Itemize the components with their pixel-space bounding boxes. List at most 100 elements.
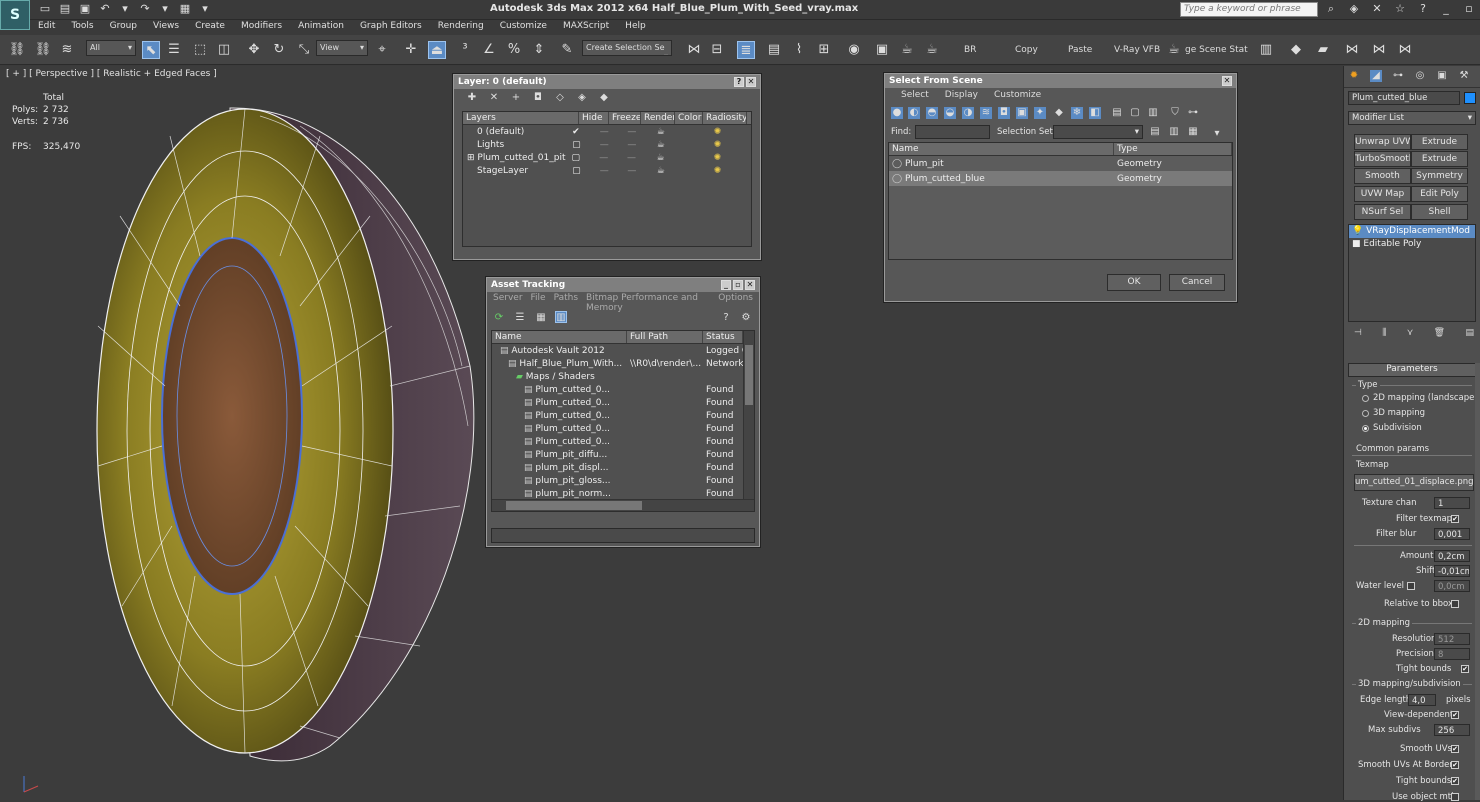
menu-customize[interactable]: Customize [986, 90, 1049, 102]
col-name[interactable]: Name [492, 331, 627, 343]
col-render[interactable]: Render [641, 112, 675, 124]
script-icon-3[interactable]: ▰ [1314, 41, 1332, 59]
scene-object-row-selected[interactable]: ◯ Plum_cutted_blue Geometry [889, 171, 1232, 186]
remove-modifier-icon[interactable]: 🗑 [1434, 328, 1445, 344]
lightbulb-icon[interactable]: 💡 [1352, 226, 1363, 236]
menu-animation[interactable]: Animation [290, 20, 352, 35]
ok-button[interactable]: OK [1107, 274, 1161, 291]
freeze-dash-icon[interactable]: — [624, 166, 653, 176]
refresh-icon[interactable]: ⟳ [493, 312, 505, 324]
minimize-icon[interactable]: _ [721, 280, 731, 290]
display-frozen-icon[interactable]: ❄ [1071, 107, 1083, 119]
texture-chan-spinner[interactable]: 1 [1434, 497, 1470, 509]
mirror-icon[interactable]: ⋈ [685, 41, 703, 59]
pivot-center-icon[interactable]: ⌖ [373, 41, 391, 59]
smooth-uvs-borders-checkbox[interactable]: ✔ [1451, 761, 1459, 769]
nsurf-sel-button[interactable]: NSurf Sel [1354, 204, 1411, 220]
script-icon-2[interactable]: ◆ [1287, 41, 1305, 59]
menu-customize[interactable]: Customize [492, 20, 555, 35]
resolution-spinner[interactable]: 512 [1434, 633, 1470, 645]
asset-row[interactable]: ▤ Half_Blue_Plum_With... \\R0\d\render\..… [492, 357, 754, 370]
col-freeze[interactable]: Freeze [609, 112, 641, 124]
precision-spinner[interactable]: 8 [1434, 648, 1470, 660]
menu-maxscript[interactable]: MAXScript [555, 20, 617, 35]
menu-graph-editors[interactable]: Graph Editors [352, 20, 430, 35]
reference-coord-dropdown[interactable]: View ▾ [316, 40, 368, 56]
asset-row[interactable]: ▤ Plum_cutted_0... Found [492, 409, 754, 422]
smooth-uvs-checkbox[interactable]: ✔ [1451, 745, 1459, 753]
smooth-button[interactable]: Smooth [1354, 168, 1411, 184]
radiosity-icon[interactable]: ✺ [711, 153, 751, 163]
hide-dash-icon[interactable]: — [597, 127, 625, 137]
subscription-icon[interactable]: ◈ [1347, 2, 1361, 16]
chevron-down-icon[interactable]: ▾ [1211, 128, 1223, 140]
close-icon[interactable]: ✕ [1222, 76, 1232, 86]
scale-icon[interactable]: ⤡ [295, 41, 313, 59]
cancel-button[interactable]: Cancel [1169, 274, 1225, 291]
asset-row[interactable]: ▤ Plum_cutted_0... Found [492, 435, 754, 448]
selection-filter-dropdown[interactable]: All ▾ [86, 40, 136, 56]
app-logo-icon[interactable]: S [0, 0, 30, 30]
radio-subdivision[interactable] [1362, 425, 1369, 432]
col-layers[interactable]: Layers [463, 112, 579, 124]
show-end-result-icon[interactable]: ⫼ [1382, 328, 1386, 344]
script-icon-5[interactable]: ⋈ [1370, 41, 1388, 59]
filter-texmap-checkbox[interactable]: ✔ [1451, 515, 1459, 523]
menu-select[interactable]: Select [893, 90, 937, 102]
water-level-checkbox[interactable] [1407, 582, 1415, 590]
display-containers-icon[interactable]: ◆ [1053, 107, 1065, 119]
render-teapot-icon[interactable]: ☕ [654, 140, 685, 150]
asset-row[interactable]: ▤ Plum_pit_diffu... Found [492, 448, 754, 461]
display-cameras-icon[interactable]: ◒ [944, 107, 956, 119]
vertical-scrollbar[interactable] [743, 331, 754, 501]
display-helpers-icon[interactable]: ◑ [962, 107, 974, 119]
rect-selection-icon[interactable]: ⬚ [191, 41, 209, 59]
snap-toggle-icon[interactable]: ³ [456, 41, 474, 59]
col-name[interactable]: Name [889, 143, 1114, 155]
hide-dash-icon[interactable]: — [597, 140, 625, 150]
hide-dash-icon[interactable]: — [597, 166, 625, 176]
display-invert-icon[interactable]: ▥ [1147, 107, 1159, 119]
favorites-icon[interactable]: ☆ [1393, 2, 1407, 16]
configure-sets-icon[interactable]: ▤ [1465, 328, 1474, 344]
display-bones-icon[interactable]: ✦ [1034, 107, 1046, 119]
add-to-set-icon[interactable]: ▥ [1168, 126, 1180, 138]
minimize-icon[interactable]: _ [1439, 2, 1453, 16]
undo-icon[interactable]: ↶ [98, 2, 112, 16]
object-name-field[interactable]: Plum_cutted_blue [1348, 91, 1460, 105]
paste-button[interactable]: Paste [1068, 45, 1092, 55]
shift-spinner[interactable]: -0,01cm [1434, 565, 1470, 577]
parameters-rollout-header[interactable]: Parameters [1348, 363, 1476, 377]
selection-set-dropdown[interactable]: ▾ [1053, 125, 1143, 139]
stack-item-vraydisplacement[interactable]: 💡 VRayDisplacementMod [1349, 225, 1475, 238]
delete-layer-icon[interactable]: ✕ [488, 92, 500, 104]
radiosity-icon[interactable]: ✺ [711, 166, 751, 176]
manipulate-icon[interactable]: ✛ [402, 41, 420, 59]
select-by-name-icon[interactable]: ☰ [165, 41, 183, 59]
current-layer-box-icon[interactable]: ▢ [569, 153, 597, 163]
bind-space-warp-icon[interactable]: ≋ [58, 41, 76, 59]
render-teapot-icon[interactable]: ☕ [653, 153, 684, 163]
tight-bounds-checkbox[interactable]: ✔ [1461, 665, 1469, 673]
display-hidden-icon[interactable]: ◧ [1089, 107, 1101, 119]
menu-bitmap-performance[interactable]: Bitmap Performance and Memory [582, 292, 714, 313]
search-input[interactable]: Type a keyword or phrase [1180, 2, 1318, 17]
layer-manager-icon[interactable]: ≣ [737, 41, 755, 59]
layer-dialog-title[interactable]: Layer: 0 (default) ? ✕ [454, 75, 760, 89]
render-setup-icon[interactable]: ▣ [873, 41, 891, 59]
angle-snap-icon[interactable]: ∠ [480, 41, 498, 59]
thumbnail-view-icon[interactable]: ▦ [535, 312, 547, 324]
edit-poly-button[interactable]: Edit Poly [1411, 186, 1468, 202]
view-dependent-checkbox[interactable]: ✔ [1451, 711, 1459, 719]
save-file-icon[interactable]: ▣ [78, 2, 92, 16]
vray-vfb-button[interactable]: V-Ray VFB [1114, 45, 1160, 55]
display-none-icon[interactable]: ▢ [1129, 107, 1141, 119]
asset-row[interactable]: ▤ Autodesk Vault 2012Logged O [492, 344, 754, 357]
dropdown-icon[interactable]: ▾ [158, 2, 172, 16]
modify-tab-icon[interactable]: ◢ [1370, 70, 1382, 82]
hierarchy-tab-icon[interactable]: ⊶ [1392, 70, 1404, 82]
layer-row[interactable]: 0 (default) ✔ — — ☕ ✺ [463, 125, 751, 138]
br-button[interactable]: BR [964, 45, 976, 55]
current-layer-box-icon[interactable]: ▢ [569, 140, 597, 150]
uvw-map-button[interactable]: UVW Map [1354, 186, 1411, 202]
